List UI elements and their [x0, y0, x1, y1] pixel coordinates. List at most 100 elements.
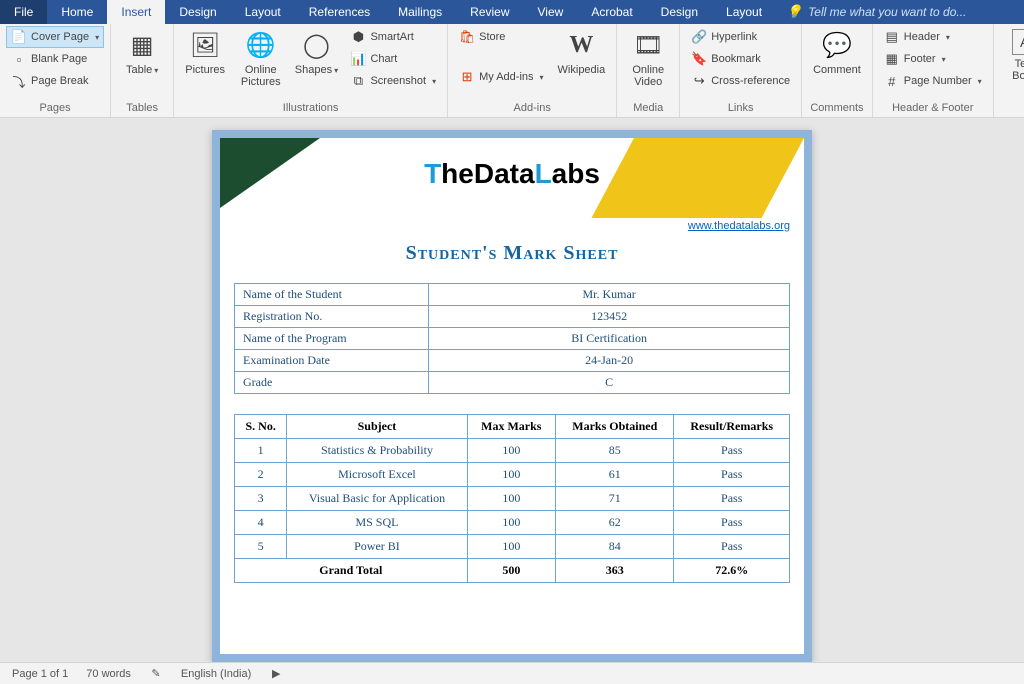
site-link[interactable]: www.thedatalabs.org	[688, 220, 790, 232]
shapes-button[interactable]: ◯Shapes▾	[291, 26, 341, 80]
marks-total-row[interactable]: Grand Total50036372.6%	[235, 559, 790, 583]
cell-subject: MS SQL	[287, 511, 467, 535]
info-row[interactable]: Name of the StudentMr. Kumar	[235, 284, 790, 306]
info-row[interactable]: Examination Date24-Jan-20	[235, 350, 790, 372]
cell-subject: Statistics & Probability	[287, 439, 467, 463]
smartart-button[interactable]: ⬢SmartArt	[345, 26, 441, 48]
info-key: Name of the Student	[235, 284, 429, 306]
tab-insert[interactable]: Insert	[107, 0, 165, 24]
wikipedia-button[interactable]: WWikipedia	[553, 26, 611, 79]
hyperlink-icon: 🔗	[691, 29, 707, 45]
footer-button[interactable]: ▦Footer▾	[879, 48, 987, 70]
tell-me-search[interactable]: 💡 Tell me what you want to do...	[776, 0, 1024, 24]
cell-subject: Microsoft Excel	[287, 463, 467, 487]
store-icon: 🛍	[459, 29, 475, 45]
pictures-button[interactable]: 🖼Pictures	[180, 26, 230, 79]
tab-review[interactable]: Review	[456, 0, 523, 24]
table-button[interactable]: ▦ Table▾	[117, 26, 167, 80]
info-key: Examination Date	[235, 350, 429, 372]
cell-max: 100	[467, 511, 556, 535]
tab-file[interactable]: File	[0, 0, 47, 24]
status-page[interactable]: Page 1 of 1	[12, 668, 68, 680]
status-words[interactable]: 70 words	[86, 668, 131, 680]
marks-row[interactable]: 1Statistics & Probability10085Pass	[235, 439, 790, 463]
page-number-button[interactable]: #Page Number▾	[879, 70, 987, 92]
marks-header-row: S. No.SubjectMax MarksMarks ObtainedResu…	[235, 415, 790, 439]
cross-reference-button[interactable]: ↪Cross-reference	[686, 70, 795, 92]
blank-page-button[interactable]: ▫Blank Page	[6, 48, 104, 70]
group-illustrations: 🖼Pictures 🌐Online Pictures ◯Shapes▾ ⬢Sma…	[174, 24, 448, 117]
info-row[interactable]: Name of the ProgramBI Certification	[235, 328, 790, 350]
online-video-button[interactable]: 🎞Online Video	[623, 26, 673, 91]
screenshot-label: Screenshot	[370, 75, 426, 87]
info-value: 24-Jan-20	[429, 350, 790, 372]
tab-acrobat[interactable]: Acrobat	[577, 0, 646, 24]
tab-tabletools-layout[interactable]: Layout	[712, 0, 776, 24]
tab-layout[interactable]: Layout	[231, 0, 295, 24]
text-box-button[interactable]: AText Box▾	[1000, 26, 1024, 86]
marks-row[interactable]: 2Microsoft Excel10061Pass	[235, 463, 790, 487]
marks-table[interactable]: S. No.SubjectMax MarksMarks ObtainedResu…	[234, 414, 790, 583]
online-video-label: Online Video	[628, 64, 668, 88]
smartart-icon: ⬢	[350, 29, 366, 45]
comment-button[interactable]: 💬Comment	[808, 26, 866, 79]
cover-page-button[interactable]: 📄Cover Page▾	[6, 26, 104, 48]
group-label-media: Media	[623, 100, 673, 117]
page-number-label: Page Number	[904, 75, 972, 87]
info-key: Name of the Program	[235, 328, 429, 350]
info-value: 123452	[429, 306, 790, 328]
marks-row[interactable]: 5Power BI10084Pass	[235, 535, 790, 559]
store-button[interactable]: 🛍 Store	[454, 26, 548, 48]
shapes-icon: ◯	[300, 29, 332, 61]
cell-obtained: 61	[556, 463, 674, 487]
cell-result: Pass	[674, 535, 790, 559]
info-table[interactable]: Name of the StudentMr. KumarRegistration…	[234, 283, 790, 394]
chevron-down-icon: ▾	[95, 33, 99, 42]
screenshot-button[interactable]: ⧉Screenshot▾	[345, 70, 441, 92]
tab-mailings[interactable]: Mailings	[384, 0, 456, 24]
info-row[interactable]: GradeC	[235, 372, 790, 394]
tab-tabletools-design[interactable]: Design	[647, 0, 712, 24]
document-workspace[interactable]: TheDataLabs www.thedatalabs.org Student'…	[0, 118, 1024, 662]
macro-icon[interactable]: ▶	[269, 667, 283, 680]
tab-home[interactable]: Home	[47, 0, 107, 24]
spellcheck-icon[interactable]: ✎	[149, 667, 163, 680]
menu-bar: File Home Insert Design Layout Reference…	[0, 0, 1024, 24]
page-break-label: Page Break	[31, 75, 88, 87]
group-label-pages: Pages	[6, 100, 104, 117]
my-addins-button[interactable]: ⊞My Add-ins▾	[454, 66, 548, 88]
cell-obtained: 71	[556, 487, 674, 511]
cell-obtained: 85	[556, 439, 674, 463]
logo-t: T	[424, 158, 441, 189]
group-label-addins: Add-ins	[454, 100, 610, 117]
marks-row[interactable]: 3Visual Basic for Application10071Pass	[235, 487, 790, 511]
textbox-icon: A	[1012, 29, 1024, 55]
group-links: 🔗Hyperlink 🔖Bookmark ↪Cross-reference Li…	[680, 24, 802, 117]
group-label-comments: Comments	[808, 100, 866, 117]
cell-subject: Power BI	[287, 535, 467, 559]
tab-view[interactable]: View	[524, 0, 578, 24]
chevron-down-icon: ▾	[946, 33, 950, 42]
chevron-down-icon: ▾	[154, 66, 158, 75]
store-label: Store	[479, 31, 505, 43]
hyperlink-button[interactable]: 🔗Hyperlink	[686, 26, 795, 48]
chart-button[interactable]: 📊Chart	[345, 48, 441, 70]
online-pictures-button[interactable]: 🌐Online Pictures	[234, 26, 287, 91]
online-pictures-label: Online Pictures	[239, 64, 282, 88]
bookmark-button[interactable]: 🔖Bookmark	[686, 48, 795, 70]
status-language[interactable]: English (India)	[181, 668, 251, 680]
info-row[interactable]: Registration No.123452	[235, 306, 790, 328]
pictures-label: Pictures	[185, 64, 225, 76]
tab-design[interactable]: Design	[165, 0, 230, 24]
document-page[interactable]: TheDataLabs www.thedatalabs.org Student'…	[212, 130, 812, 662]
marks-row[interactable]: 4MS SQL10062Pass	[235, 511, 790, 535]
total-percent: 72.6%	[674, 559, 790, 583]
header-button[interactable]: ▤Header▾	[879, 26, 987, 48]
page-break-button[interactable]: ⤵ Page Break	[6, 70, 104, 92]
page-break-icon: ⤵	[11, 73, 27, 89]
chevron-down-icon: ▾	[432, 77, 436, 86]
logo: TheDataLabs	[220, 158, 804, 191]
info-value: BI Certification	[429, 328, 790, 350]
total-max: 500	[467, 559, 556, 583]
tab-references[interactable]: References	[295, 0, 384, 24]
